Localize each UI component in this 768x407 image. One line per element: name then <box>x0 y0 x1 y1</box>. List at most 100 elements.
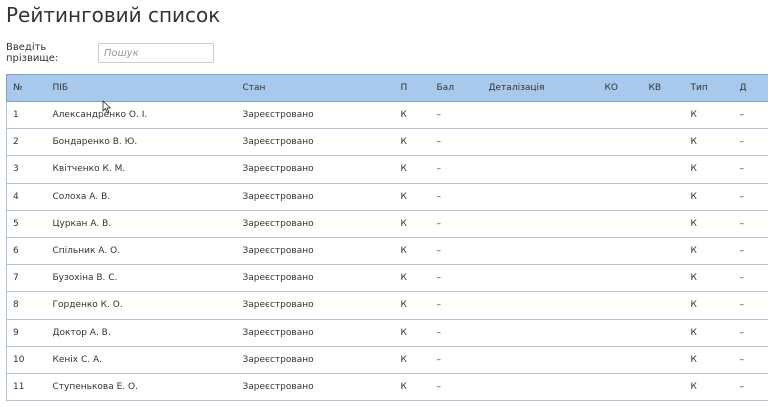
cell-d: – <box>739 218 745 229</box>
cell-p: К <box>400 218 407 229</box>
cell-type: К <box>690 381 697 392</box>
cell-name: Бондаренко В. Ю. <box>52 137 138 148</box>
cell-ko <box>599 129 643 156</box>
cell-name: Спільник А. О. <box>52 246 121 257</box>
cell-number: 10 <box>6 346 47 374</box>
cell-name: Кеніх С. А. <box>52 354 103 365</box>
table-row[interactable]: 9 Доктор А. В. Зареєстровано К – К – <box>6 319 768 347</box>
cell-name: Ступенькова Е. О. <box>52 381 138 392</box>
column-header-d[interactable]: Д <box>733 74 768 102</box>
table-row[interactable]: 8 Горденко К. О. Зареєстровано К – К – <box>6 291 768 319</box>
cell-number: 9 <box>6 319 47 347</box>
cell-d: – <box>739 110 745 121</box>
cell-details <box>483 292 599 319</box>
search-input[interactable] <box>98 43 214 63</box>
cell-score: – <box>436 354 442 365</box>
cell-details <box>483 102 599 129</box>
cell-type: К <box>690 273 697 284</box>
cell-details <box>483 373 599 400</box>
cell-score: – <box>436 273 442 284</box>
mouse-pointer-icon <box>102 100 111 114</box>
column-header-ko[interactable]: КО <box>598 74 643 102</box>
cell-d: – <box>739 300 745 311</box>
cell-name: Горденко К. О. <box>52 300 123 311</box>
cell-kv <box>643 373 685 400</box>
cell-type: К <box>690 300 697 311</box>
cell-status: Зареєстровано <box>242 246 314 257</box>
cell-d: – <box>739 191 745 202</box>
cell-status: Зареєстровано <box>242 164 314 175</box>
cell-score: – <box>436 381 442 392</box>
cell-p: К <box>400 191 407 202</box>
cell-type: К <box>690 191 697 202</box>
cell-details <box>483 156 599 183</box>
cell-p: К <box>400 110 407 121</box>
cell-p: К <box>400 354 407 365</box>
cell-d: – <box>739 327 745 338</box>
table-header-row: № ПІБ Стан П Бал Деталізація КО КВ Тип Д <box>6 74 768 102</box>
column-header-status[interactable]: Стан <box>236 74 395 102</box>
cell-details <box>483 183 599 210</box>
cell-kv <box>643 156 685 183</box>
cell-p: К <box>400 246 407 257</box>
cell-details <box>483 346 599 373</box>
cell-score: – <box>436 110 442 121</box>
cell-kv <box>643 346 685 373</box>
cell-status: Зареєстровано <box>242 327 314 338</box>
table-body: 1 Александренко О. І. Зареєстровано К – К – 2 Бо… <box>6 101 768 401</box>
table-row[interactable]: 10 Кеніх С. А. Зареєстровано К – К – <box>6 346 768 374</box>
cell-type: К <box>690 354 697 365</box>
column-header-kv[interactable]: КВ <box>642 74 685 102</box>
table-row[interactable]: 2 Бондаренко В. Ю. Зареєстровано К – К – <box>6 128 768 156</box>
cell-p: К <box>400 381 407 392</box>
cell-ko <box>599 265 643 292</box>
cell-d: – <box>739 273 745 284</box>
cell-score: – <box>436 137 442 148</box>
cell-kv <box>643 292 685 319</box>
cell-d: – <box>739 164 745 175</box>
cell-p: К <box>400 300 407 311</box>
table-row[interactable]: 7 Бузохіна В. С. Зареєстровано К – К – <box>6 264 768 292</box>
cell-ko <box>599 237 643 264</box>
rating-table: № ПІБ Стан П Бал Деталізація КО КВ Тип Д… <box>6 74 768 401</box>
cell-ko <box>599 319 643 346</box>
cell-d: – <box>739 381 745 392</box>
table-row[interactable]: 4 Солоха А. В. Зареєстровано К – К – <box>6 183 768 211</box>
cell-name: Квітченко К. М. <box>52 164 126 175</box>
cell-number: 7 <box>6 264 47 292</box>
cell-score: – <box>436 300 442 311</box>
column-header-type[interactable]: Тип <box>684 74 734 102</box>
column-header-details[interactable]: Деталізація <box>482 74 599 102</box>
cell-number: 2 <box>6 128 47 156</box>
cell-type: К <box>690 327 697 338</box>
column-header-name[interactable]: ПІБ <box>46 74 237 102</box>
cell-number: 11 <box>6 373 47 401</box>
column-header-p[interactable]: П <box>394 74 431 102</box>
cell-type: К <box>690 137 697 148</box>
column-header-score[interactable]: Бал <box>430 74 483 102</box>
cell-status: Зареєстровано <box>242 218 314 229</box>
table-row[interactable]: 11 Ступенькова Е. О. Зареєстровано К – К – <box>6 373 768 401</box>
cell-ko <box>599 156 643 183</box>
cell-status: Зареєстровано <box>242 354 314 365</box>
cell-number: 1 <box>6 101 47 129</box>
cell-details <box>483 210 599 237</box>
cell-status: Зареєстровано <box>242 300 314 311</box>
table-row[interactable]: 5 Цуркан А. В. Зареєстровано К – К – <box>6 210 768 238</box>
rating-table-container: № ПІБ Стан П Бал Деталізація КО КВ Тип Д… <box>6 74 768 407</box>
cell-type: К <box>690 110 697 121</box>
cell-d: – <box>739 354 745 365</box>
search-label: Введіть прізвище: <box>6 42 59 64</box>
cell-status: Зареєстровано <box>242 381 314 392</box>
table-row[interactable]: 1 Александренко О. І. Зареєстровано К – К – <box>6 101 768 129</box>
cell-score: – <box>436 164 442 175</box>
table-row[interactable]: 3 Квітченко К. М. Зареєстровано К – К – <box>6 155 768 184</box>
cell-p: К <box>400 273 407 284</box>
cell-name: Александренко О. І. <box>52 110 148 121</box>
search-row: Введіть прізвище: <box>6 42 214 64</box>
cell-number: 4 <box>6 183 47 211</box>
column-header-number[interactable]: № <box>6 74 47 102</box>
cell-score: – <box>436 191 442 202</box>
cell-status: Зареєстровано <box>242 137 314 148</box>
table-row[interactable]: 6 Спільник А. О. Зареєстровано К – К – <box>6 237 768 265</box>
